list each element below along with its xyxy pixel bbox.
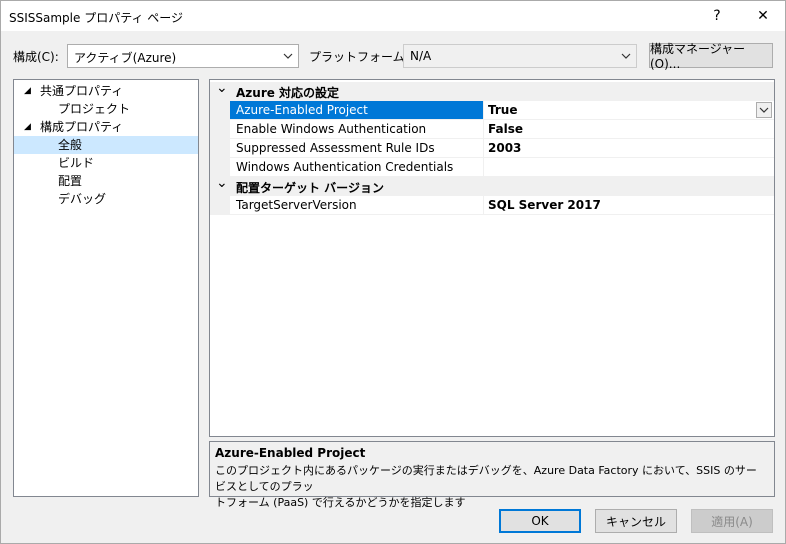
- expand-toggle-icon[interactable]: ◢: [24, 82, 31, 100]
- configuration-dropdown[interactable]: アクティブ(Azure): [67, 44, 299, 68]
- tree-item[interactable]: 全般: [14, 136, 198, 154]
- property-value-text: False: [488, 122, 523, 136]
- apply-button[interactable]: 適用(A): [691, 509, 773, 533]
- description-line: トフォーム (PaaS) で行えるかどうかを指定します: [215, 496, 466, 509]
- property-name[interactable]: Enable Windows Authentication: [230, 120, 484, 139]
- property-row[interactable]: Azure-Enabled Project True: [210, 101, 774, 120]
- window-title: SSISSample プロパティ ページ: [9, 11, 184, 25]
- close-button[interactable]: ✕: [741, 1, 785, 31]
- property-value[interactable]: True: [484, 101, 774, 120]
- tree-item[interactable]: ビルド: [14, 154, 198, 172]
- property-value[interactable]: 2003: [484, 139, 774, 158]
- property-name[interactable]: TargetServerVersion: [230, 196, 484, 215]
- platform-value: N/A: [410, 49, 432, 63]
- property-name[interactable]: Suppressed Assessment Rule IDs: [230, 139, 484, 158]
- property-value-text: True: [488, 103, 518, 117]
- tree-item[interactable]: デバッグ: [14, 190, 198, 208]
- description-line: このプロジェクト内にあるパッケージの実行またはデバッグを、Azure Data …: [215, 464, 757, 493]
- row-gutter: [210, 196, 230, 215]
- category-row[interactable]: ⌄ 配置ターゲット バージョン: [210, 175, 774, 196]
- tree-item-label: プロジェクト: [58, 102, 131, 116]
- category-tree: ◢ 共通プロパティプロジェクト ◢ 構成プロパティ全般ビルド配置デバッグ: [13, 79, 199, 497]
- category-row[interactable]: ⌄ Azure 対応の設定: [210, 80, 774, 101]
- tree-item-label: ビルド: [58, 156, 95, 170]
- property-grid: ⌄ Azure 対応の設定 Azure-Enabled Project True Ena…: [209, 79, 775, 437]
- description-title: Azure-Enabled Project: [215, 446, 366, 460]
- value-dropdown-button[interactable]: [756, 102, 772, 118]
- tree-item[interactable]: 配置: [14, 172, 198, 190]
- collapse-chevron-icon[interactable]: ⌄: [216, 175, 228, 191]
- description-text: このプロジェクト内にあるパッケージの実行またはデバッグを、Azure Data …: [215, 463, 767, 511]
- expand-toggle-icon[interactable]: ◢: [24, 118, 31, 136]
- category-label: 配置ターゲット バージョン: [236, 181, 384, 195]
- tree-item[interactable]: プロジェクト: [14, 100, 198, 118]
- property-value[interactable]: SQL Server 2017: [484, 196, 774, 215]
- tree-item-label: 共通プロパティ: [40, 84, 124, 98]
- property-value-text: SQL Server 2017: [488, 198, 601, 212]
- property-name[interactable]: Azure-Enabled Project: [230, 101, 484, 120]
- title-bar: SSISSample プロパティ ページ ? ✕: [1, 1, 785, 31]
- property-value[interactable]: [484, 158, 774, 177]
- help-button[interactable]: ?: [697, 1, 737, 31]
- tree-item[interactable]: ◢ 共通プロパティ: [14, 82, 198, 100]
- chevron-down-icon: [621, 53, 631, 59]
- category-label: Azure 対応の設定: [236, 86, 340, 100]
- platform-dropdown[interactable]: N/A: [403, 44, 637, 68]
- cancel-button[interactable]: キャンセル: [595, 509, 677, 533]
- property-name[interactable]: Windows Authentication Credentials: [230, 158, 484, 177]
- configuration-label: 構成(C):: [13, 50, 59, 64]
- tree-item[interactable]: ◢ 構成プロパティ: [14, 118, 198, 136]
- property-row[interactable]: Enable Windows Authentication False: [210, 120, 774, 139]
- property-row[interactable]: Windows Authentication Credentials: [210, 158, 774, 177]
- row-gutter: [210, 139, 230, 158]
- property-row[interactable]: Suppressed Assessment Rule IDs 2003: [210, 139, 774, 158]
- tree-item-label: デバッグ: [58, 192, 107, 206]
- configuration-manager-button[interactable]: 構成マネージャー(O)...: [649, 42, 773, 71]
- property-value[interactable]: False: [484, 120, 774, 139]
- configuration-value: アクティブ(Azure): [74, 51, 177, 65]
- tree-item-label: 配置: [58, 174, 83, 188]
- property-pages-dialog: SSISSample プロパティ ページ ? ✕ 構成(C): アクティブ(Az…: [0, 0, 786, 544]
- tree-item-label: 構成プロパティ: [40, 120, 124, 134]
- chevron-down-icon: [283, 53, 293, 59]
- row-gutter: [210, 101, 230, 120]
- tree-item-label: 全般: [58, 138, 83, 152]
- property-value-text: 2003: [488, 141, 522, 155]
- chevron-down-icon: [759, 107, 769, 113]
- collapse-chevron-icon[interactable]: ⌄: [216, 80, 228, 96]
- ok-button[interactable]: OK: [499, 509, 581, 533]
- row-gutter: [210, 120, 230, 139]
- description-panel: Azure-Enabled Project このプロジェクト内にあるパッケージの…: [209, 441, 775, 509]
- property-row[interactable]: TargetServerVersion SQL Server 2017: [210, 196, 774, 215]
